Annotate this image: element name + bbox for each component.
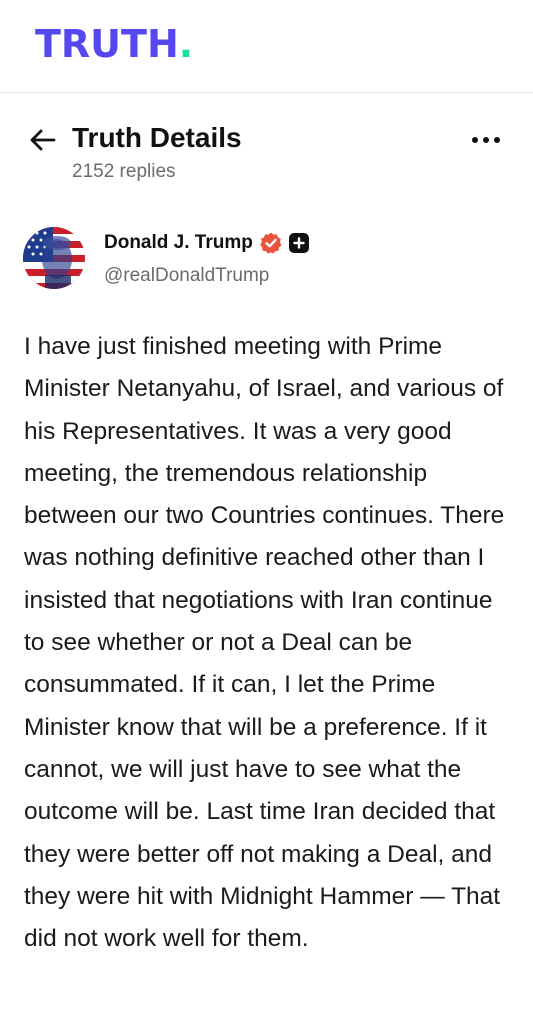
page-title: Truth Details xyxy=(72,122,242,153)
more-horizontal-icon-dot xyxy=(483,137,489,143)
more-horizontal-icon xyxy=(472,137,478,143)
avatar-image xyxy=(23,227,85,289)
avatar[interactable] xyxy=(23,227,85,289)
plus-badge-icon xyxy=(288,233,309,253)
arrow-left-icon xyxy=(30,129,56,151)
logo-dot: . xyxy=(178,22,194,66)
author-handle[interactable]: @realDonaldTrump xyxy=(104,264,269,288)
author-name-row: Donald J. Trump xyxy=(104,230,309,256)
truth-logo[interactable]: TRUTH. xyxy=(35,24,193,64)
verified-badge-icon xyxy=(259,232,282,254)
truth-details-header: Truth Details 2152 replies xyxy=(0,118,533,188)
replies-count: 2152 replies xyxy=(72,161,176,182)
top-bar: TRUTH. xyxy=(0,0,533,93)
more-horizontal-icon-dot xyxy=(494,137,500,143)
more-options-button[interactable] xyxy=(466,128,506,152)
author-name[interactable]: Donald J. Trump xyxy=(104,231,253,255)
post-author: Donald J. Trump @realDonaldTrump xyxy=(0,222,533,294)
post-text: I have just finished meeting with Prime … xyxy=(24,333,505,953)
back-button[interactable] xyxy=(26,126,58,154)
logo-text: TRUTH xyxy=(35,22,179,66)
